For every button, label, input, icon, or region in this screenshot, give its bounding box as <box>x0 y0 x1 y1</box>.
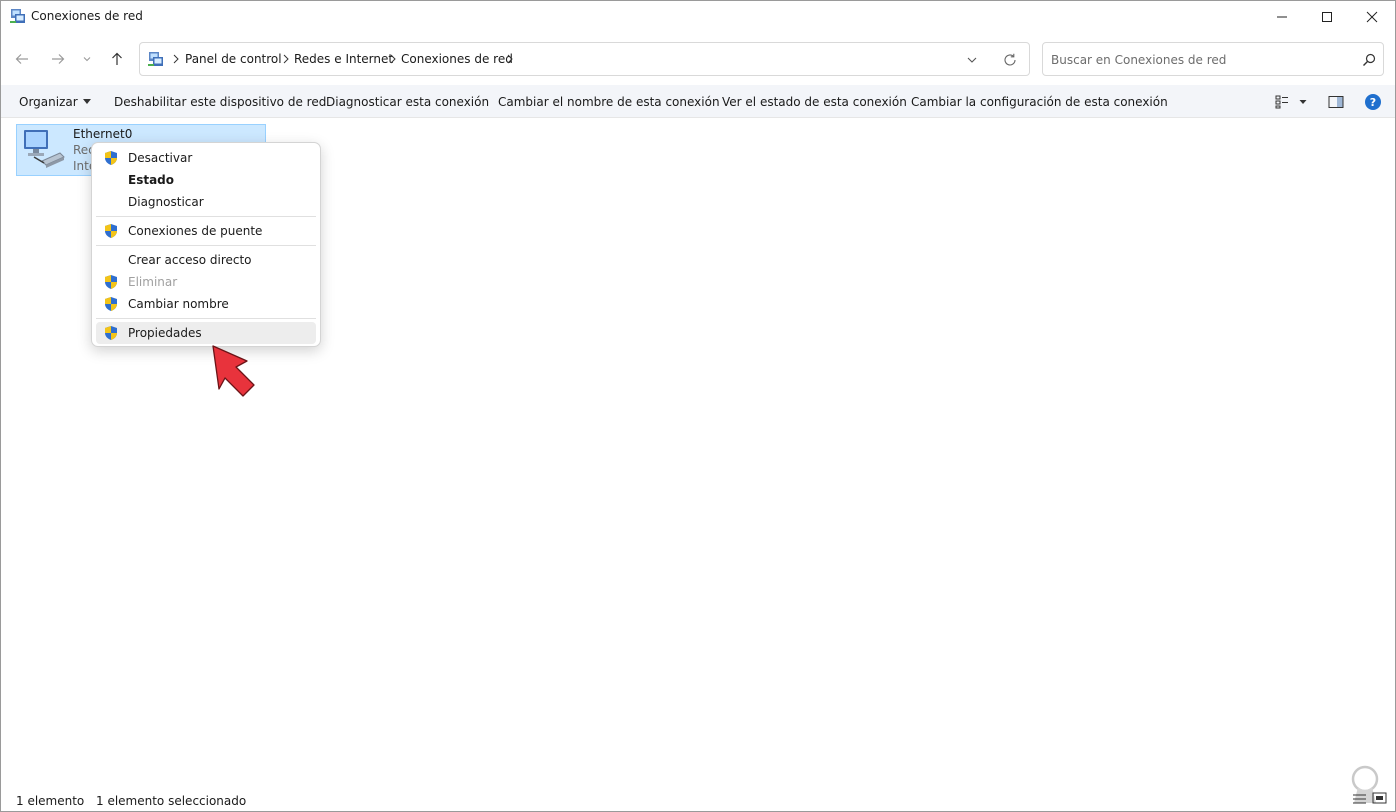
breadcrumb-chevron-icon[interactable] <box>389 53 397 65</box>
breadcrumb-chevron-icon[interactable] <box>172 53 180 65</box>
status-item-count: 1 elemento <box>16 794 85 808</box>
breadcrumb-chevron-icon[interactable] <box>282 53 290 65</box>
close-button[interactable] <box>1349 1 1395 32</box>
recent-locations-chevron-icon <box>83 57 91 62</box>
caret-down-icon <box>82 99 91 104</box>
disable-device-button[interactable]: Deshabilitar este dispositivo de red <box>114 95 326 109</box>
help-icon[interactable]: ? <box>1365 94 1381 110</box>
uac-shield-icon <box>105 297 117 311</box>
uac-shield-icon <box>105 275 117 289</box>
explorer-window: Conexiones de red Panel de control Redes… <box>0 0 1396 812</box>
window-title: Conexiones de red <box>31 9 143 23</box>
details-view-icon[interactable] <box>1353 794 1366 804</box>
network-connections-icon <box>10 9 25 23</box>
menu-item-diagnosticar[interactable]: Diagnosticar <box>96 191 316 213</box>
breadcrumb-redes-e-internet[interactable]: Redes e Internet <box>294 52 393 66</box>
caret-down-icon <box>1299 100 1307 104</box>
menu-separator <box>96 318 316 319</box>
large-icons-view-icon[interactable] <box>1372 792 1387 804</box>
search-icon[interactable] <box>1361 52 1377 68</box>
maximize-icon <box>1322 11 1332 22</box>
minimize-icon <box>1277 16 1287 17</box>
menu-item-eliminar: Eliminar <box>96 271 316 293</box>
up-button[interactable] <box>105 47 129 71</box>
preview-pane-icon <box>1328 96 1344 108</box>
title-bar: Conexiones de red <box>1 1 1395 32</box>
menu-separator <box>96 216 316 217</box>
recent-locations-button[interactable] <box>77 47 97 71</box>
view-options-button[interactable] <box>1294 93 1312 111</box>
menu-item-label: Eliminar <box>128 275 178 289</box>
forward-button[interactable] <box>46 47 70 71</box>
network-adapter-icon <box>24 130 65 168</box>
menu-item-crear-acceso-directo[interactable]: Crear acceso directo <box>96 249 316 271</box>
menu-item-label: Estado <box>128 173 175 187</box>
minimize-button[interactable] <box>1259 1 1305 32</box>
back-arrow-icon <box>15 54 28 64</box>
menu-item-conexiones-de-puente[interactable]: Conexiones de puente <box>96 220 316 242</box>
search-box[interactable] <box>1042 42 1384 76</box>
breadcrumb-chevron-icon[interactable] <box>506 53 514 65</box>
menu-item-cambiar-nombre[interactable]: Cambiar nombre <box>96 293 316 315</box>
status-selected-count: 1 elemento seleccionado <box>96 794 247 808</box>
organize-label: Organizar <box>19 95 78 109</box>
diagnose-connection-button[interactable]: Diagnosticar esta conexión <box>326 95 489 109</box>
search-input[interactable] <box>1051 51 1351 69</box>
uac-shield-icon <box>105 326 117 340</box>
control-panel-icon <box>148 52 163 66</box>
change-view-button[interactable] <box>1273 93 1291 111</box>
rename-connection-button[interactable]: Cambiar el nombre de esta conexión <box>498 95 720 109</box>
chevron-down-icon[interactable] <box>964 52 980 68</box>
menu-item-desactivar[interactable]: Desactivar <box>96 147 316 169</box>
uac-shield-icon <box>105 224 117 238</box>
address-bar[interactable]: Panel de control Redes e Internet Conexi… <box>139 42 1030 76</box>
menu-item-label: Conexiones de puente <box>128 224 263 238</box>
view-toggle-icons <box>1353 792 1387 804</box>
menu-item-label: Diagnosticar <box>128 195 204 209</box>
command-bar: Organizar Deshabilitar este dispositivo … <box>1 85 1395 118</box>
red-pointer-arrow <box>212 345 255 397</box>
connection-name: Ethernet0 <box>73 127 133 141</box>
breadcrumb-conexiones-de-red[interactable]: Conexiones de red <box>401 52 513 66</box>
uac-shield-icon <box>105 151 117 165</box>
forward-arrow-icon <box>52 54 65 64</box>
close-icon <box>1366 11 1378 22</box>
breadcrumb-panel-de-control[interactable]: Panel de control <box>185 52 282 66</box>
view-status-button[interactable]: Ver el estado de esta conexión <box>722 95 907 109</box>
menu-item-label: Desactivar <box>128 151 193 165</box>
menu-item-label: Cambiar nombre <box>128 297 229 311</box>
maximize-button[interactable] <box>1304 1 1350 32</box>
menu-item-label: Propiedades <box>128 326 202 340</box>
context-menu: Desactivar Estado Diagnosticar Conexione… <box>91 142 321 347</box>
menu-item-estado[interactable]: Estado <box>96 169 316 191</box>
change-view-icon <box>1275 95 1288 109</box>
refresh-icon[interactable] <box>1002 52 1018 68</box>
organize-menu-button[interactable]: Organizar <box>19 95 91 109</box>
up-arrow-icon <box>112 52 122 65</box>
back-button[interactable] <box>10 47 34 71</box>
change-settings-button[interactable]: Cambiar la configuración de esta conexió… <box>911 95 1168 109</box>
menu-separator <box>96 245 316 246</box>
preview-pane-button[interactable] <box>1327 93 1345 111</box>
menu-item-label: Crear acceso directo <box>128 253 252 267</box>
